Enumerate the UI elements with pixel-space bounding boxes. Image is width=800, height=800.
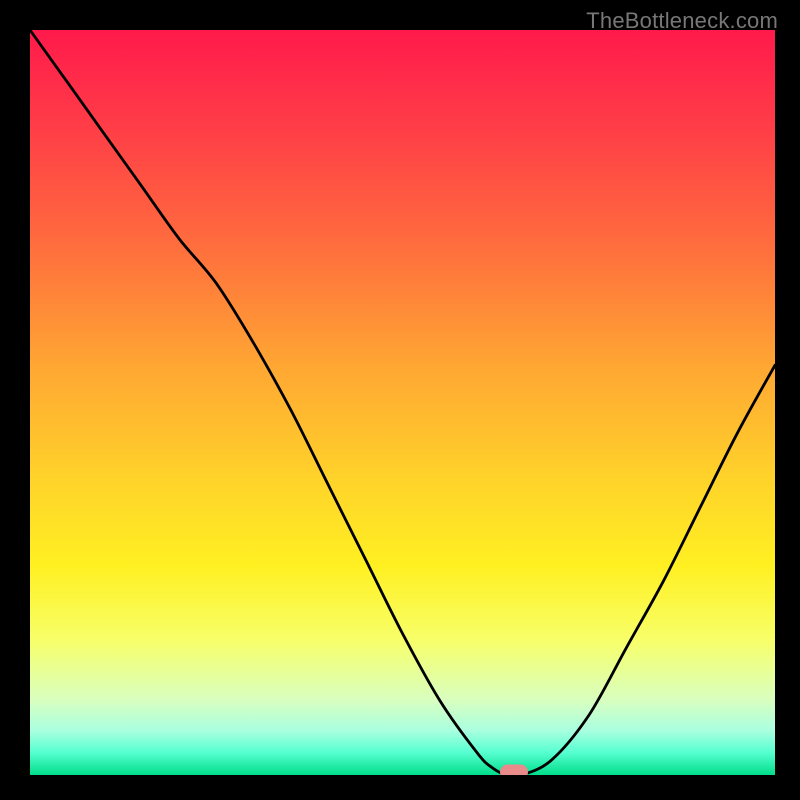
bottleneck-curve-path xyxy=(30,30,775,775)
optimal-point-marker xyxy=(500,765,528,776)
plot-area xyxy=(30,30,775,775)
chart-container: TheBottleneck.com xyxy=(0,0,800,800)
line-plot xyxy=(30,30,775,775)
